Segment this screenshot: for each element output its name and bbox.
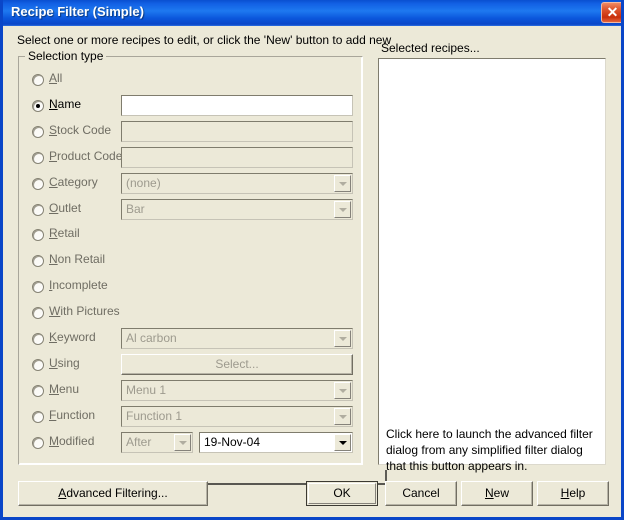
- radio-all[interactable]: [32, 74, 44, 86]
- help-label: Help: [560, 486, 586, 500]
- new-button[interactable]: New: [461, 481, 533, 506]
- textbox-name[interactable]: [121, 95, 353, 116]
- radio-non-retail[interactable]: [32, 255, 44, 267]
- ok-label: OK: [308, 483, 376, 504]
- combo-value-function: Function 1: [126, 409, 183, 423]
- radio-outlet[interactable]: [32, 204, 44, 216]
- selected-recipes-label: Selected recipes...: [381, 41, 480, 55]
- radio-keyword[interactable]: [32, 333, 44, 345]
- combo-keyword[interactable]: Al carbon: [121, 328, 353, 349]
- callout-text: Click here to launch the advanced filter…: [386, 427, 593, 473]
- radio-product-code[interactable]: [32, 152, 44, 164]
- chevron-down-icon[interactable]: [334, 408, 351, 425]
- radio-with-pictures[interactable]: [32, 307, 44, 319]
- radio-incomplete[interactable]: [32, 281, 44, 293]
- radio-label-function[interactable]: Function: [49, 408, 95, 422]
- combo-value-category: (none): [126, 176, 161, 190]
- advanced-filtering-label: Advanced Filtering...: [58, 486, 168, 500]
- instruction-text: Select one or more recipes to edit, or c…: [17, 33, 392, 47]
- radio-label-category[interactable]: Category: [49, 175, 98, 189]
- chevron-down-icon[interactable]: [334, 330, 351, 347]
- chevron-down-icon[interactable]: [334, 201, 351, 218]
- radio-label-retail[interactable]: Retail: [49, 226, 80, 240]
- chevron-down-icon[interactable]: [174, 434, 191, 451]
- groupbox-legend: Selection type: [25, 49, 107, 63]
- radio-function[interactable]: [32, 411, 44, 423]
- new-label: New: [484, 486, 509, 500]
- radio-label-menu[interactable]: Menu: [49, 382, 79, 396]
- radio-label-keyword[interactable]: Keyword: [49, 330, 96, 344]
- select-button[interactable]: Select...: [121, 354, 353, 375]
- chevron-down-icon[interactable]: [334, 175, 351, 192]
- selected-recipes-listbox[interactable]: [378, 58, 606, 465]
- radio-modified[interactable]: [32, 437, 44, 449]
- radio-stock-code[interactable]: [32, 126, 44, 138]
- combo-value-keyword: Al carbon: [126, 331, 177, 345]
- advanced-filtering-button[interactable]: Advanced Filtering...: [18, 481, 208, 506]
- close-button[interactable]: ✕: [601, 2, 621, 23]
- radio-label-outlet[interactable]: Outlet: [49, 201, 81, 215]
- combo-value-menu: Menu 1: [126, 383, 167, 397]
- radio-category[interactable]: [32, 178, 44, 190]
- radio-label-incomplete[interactable]: Incomplete: [49, 278, 108, 292]
- dialog-client-area: Select one or more recipes to edit, or c…: [3, 26, 621, 517]
- radio-retail[interactable]: [32, 229, 44, 241]
- radio-label-all[interactable]: All: [49, 71, 62, 85]
- combo-function[interactable]: Function 1: [121, 406, 353, 427]
- combo-value-modified-operator: After: [126, 435, 152, 449]
- combo-menu[interactable]: Menu 1: [121, 380, 353, 401]
- chevron-down-icon[interactable]: [334, 434, 351, 451]
- radio-menu[interactable]: [32, 385, 44, 397]
- radio-label-stock-code[interactable]: Stock Code: [49, 123, 111, 137]
- combo-value-modified-date: 19-Nov-04: [204, 435, 261, 449]
- help-button[interactable]: Help: [537, 481, 609, 506]
- combo-value-outlet: Bar: [126, 202, 145, 216]
- combo-modified-operator[interactable]: After: [121, 432, 193, 453]
- cancel-button[interactable]: Cancel: [385, 481, 457, 506]
- radio-label-using[interactable]: Using: [49, 356, 80, 370]
- radio-name[interactable]: [32, 100, 44, 112]
- combo-modified-date[interactable]: 19-Nov-04: [199, 432, 353, 453]
- radio-label-name[interactable]: Name: [49, 97, 81, 111]
- radio-label-product-code[interactable]: Product Code: [49, 149, 122, 163]
- title-bar[interactable]: Recipe Filter (Simple) ✕: [3, 0, 621, 26]
- combo-outlet[interactable]: Bar: [121, 199, 353, 220]
- textbox-stock-code[interactable]: [121, 121, 353, 142]
- window-title: Recipe Filter (Simple): [11, 4, 144, 19]
- ok-button[interactable]: OK: [306, 481, 378, 506]
- recipe-filter-dialog: Recipe Filter (Simple) ✕ Select one or m…: [0, 0, 624, 520]
- combo-category[interactable]: (none): [121, 173, 353, 194]
- radio-using[interactable]: [32, 359, 44, 371]
- radio-label-with-pictures[interactable]: With Pictures: [49, 304, 120, 318]
- close-x-icon: ✕: [606, 4, 619, 20]
- chevron-down-icon[interactable]: [334, 382, 351, 399]
- radio-label-modified[interactable]: Modified: [49, 434, 94, 448]
- textbox-product-code[interactable]: [121, 147, 353, 168]
- radio-label-non-retail[interactable]: Non Retail: [49, 252, 105, 266]
